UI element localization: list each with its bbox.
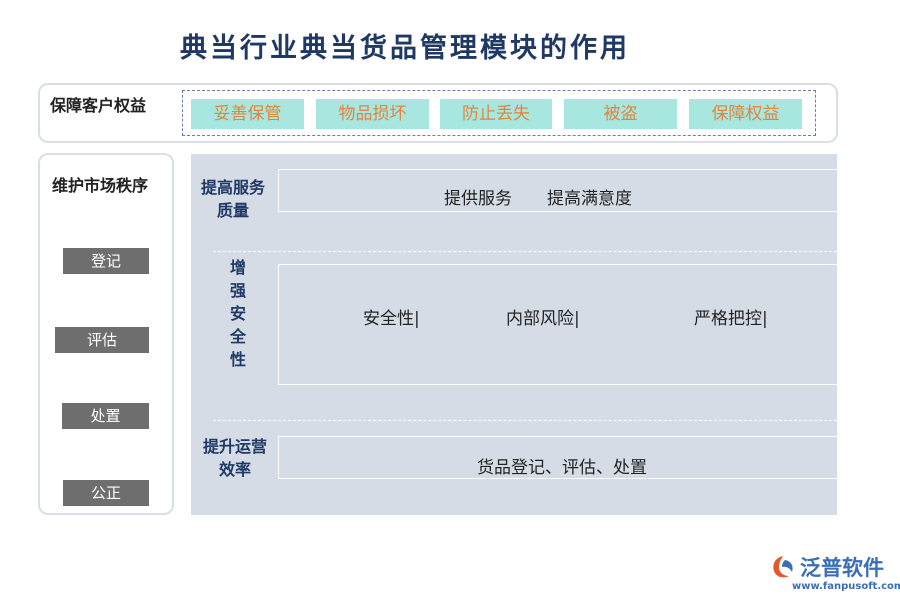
service-label: 提高服务 质量 xyxy=(191,176,275,222)
brand-name: 泛普软件 xyxy=(800,556,884,580)
service-label-line1: 提高服务 xyxy=(200,178,265,197)
safety-box: 安全性| 内部风险| 严格把控| xyxy=(278,264,837,385)
safety-item-security: 安全性| xyxy=(363,309,420,329)
guarantee-item-theft: 被盗 xyxy=(564,99,677,129)
efficiency-label-line1: 提升运营 xyxy=(202,437,267,456)
separator xyxy=(213,251,837,252)
page-title: 典当行业典当货品管理模块的作用 xyxy=(180,33,630,64)
brand-url: www.fanpusoft.com xyxy=(792,581,900,592)
step-dispose: 处置 xyxy=(62,403,149,429)
safety-label-char: 强 xyxy=(229,281,246,300)
functions-panel: 提高服务 质量 提供服务 提高满意度 增 强 安 全 性 安全性| 内部风险| … xyxy=(191,154,837,515)
efficiency-label-line2: 效率 xyxy=(218,460,251,479)
market-order-label: 维护市场秩序 xyxy=(52,176,149,195)
separator xyxy=(213,420,837,421)
efficiency-box: 货品登记、评估、处置 xyxy=(278,436,837,479)
step-evaluate: 评估 xyxy=(55,327,149,353)
service-label-line2: 质量 xyxy=(216,201,249,220)
efficiency-label: 提升运营 效率 xyxy=(193,435,277,481)
guarantee-items-group: 妥善保管 物品损坏 防止丢失 被盗 保障权益 xyxy=(182,90,816,136)
guarantee-item-rights: 保障权益 xyxy=(689,99,802,129)
safety-item-internal-risk: 内部风险| xyxy=(506,309,580,329)
market-order-section: 维护市场秩序 登记 评估 处置 公正 xyxy=(38,153,174,515)
safety-item-strict-control: 严格把控| xyxy=(694,309,768,329)
service-text-satisfaction: 提高满意度 xyxy=(547,189,632,209)
guarantee-item-safekeeping: 妥善保管 xyxy=(191,99,304,129)
safety-label-char: 增 xyxy=(229,258,246,277)
guarantee-section: 保障客户权益 妥善保管 物品损坏 防止丢失 被盗 保障权益 xyxy=(38,83,838,143)
efficiency-text: 货品登记、评估、处置 xyxy=(477,458,647,478)
safety-label: 增 强 安 全 性 xyxy=(226,256,250,371)
step-fair: 公正 xyxy=(63,480,149,506)
safety-label-char: 性 xyxy=(229,350,246,369)
guarantee-item-loss: 防止丢失 xyxy=(440,99,552,129)
guarantee-label: 保障客户权益 xyxy=(50,96,147,115)
step-register: 登记 xyxy=(63,248,149,274)
service-text-provide: 提供服务 xyxy=(444,189,512,209)
fanpu-logo-icon xyxy=(773,556,793,578)
safety-label-char: 全 xyxy=(229,327,246,346)
guarantee-item-damage: 物品损坏 xyxy=(316,99,429,129)
service-box: 提供服务 提高满意度 xyxy=(278,169,837,212)
safety-label-char: 安 xyxy=(229,304,246,323)
